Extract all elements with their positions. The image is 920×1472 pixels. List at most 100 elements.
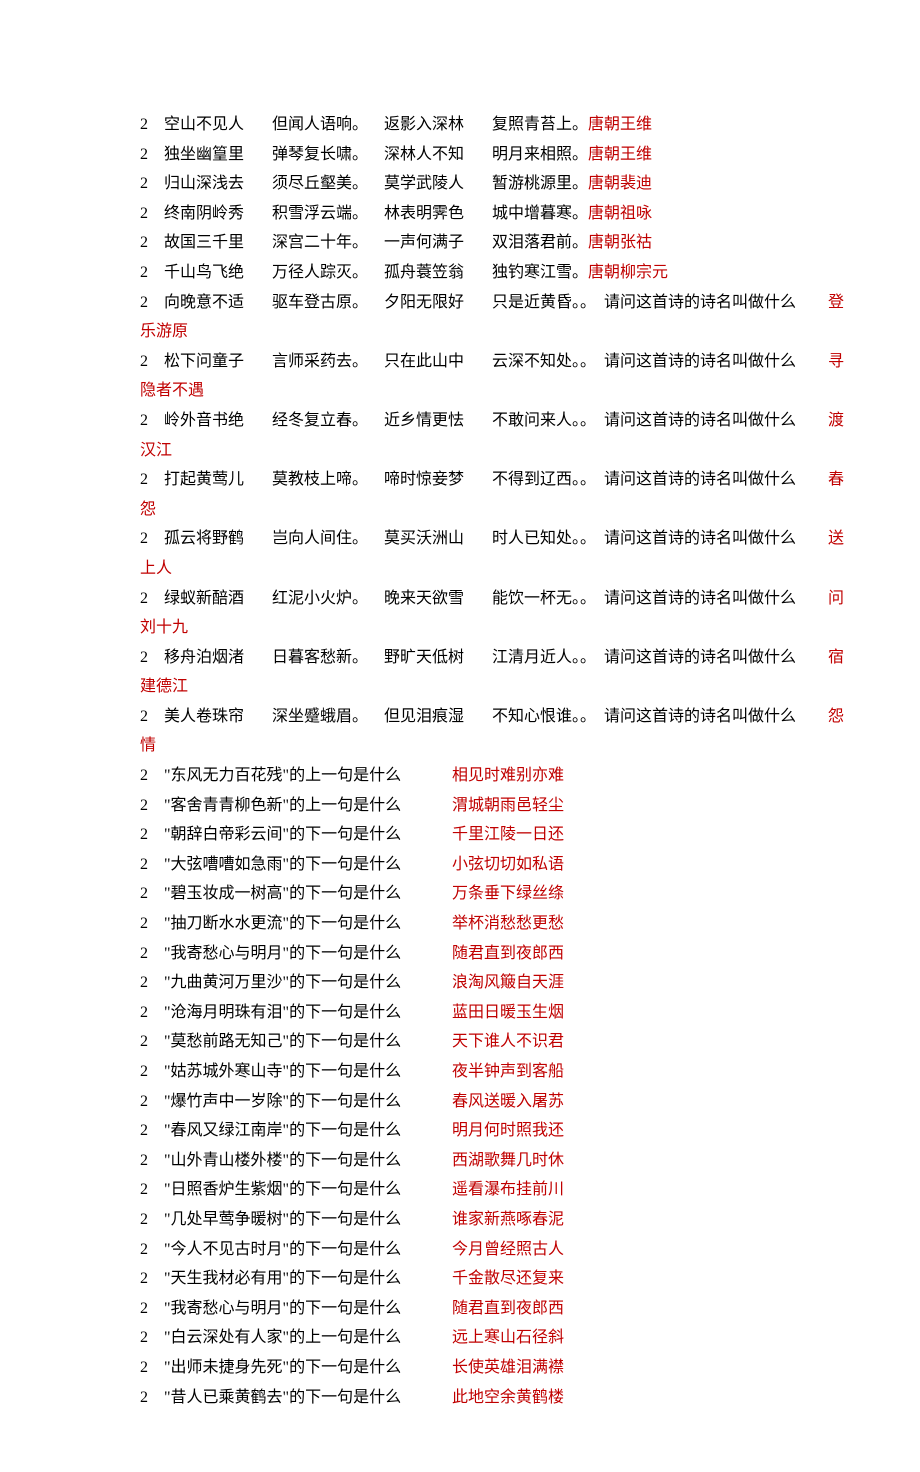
verse-question-line: 2"莫愁前路无知己"的下一句是什么天下谁人不识君 [140, 1027, 810, 1057]
answer-head: 怨 [828, 702, 844, 732]
line-number: 2 [140, 110, 164, 140]
verse-c: 返影入深林 [384, 110, 492, 140]
verse-a: 归山深浅去 [164, 169, 272, 199]
answer: 春风送暖入屠苏 [452, 1087, 564, 1117]
verse-c: 近乡情更怯 [384, 406, 492, 436]
line-number: 2 [140, 1294, 164, 1324]
poem-title-line: 2打起黄莺儿莫教枝上啼。啼时惊妾梦不得到辽西。。请问这首诗的诗名叫做什么 春 [140, 465, 810, 495]
answer-tail: 隐者不遇 [140, 376, 204, 406]
poem-title-line: 2孤云将野鹤岂向人间住。莫买沃洲山时人已知处。。请问这首诗的诗名叫做什么 送 [140, 524, 810, 554]
answer: 万条垂下绿丝绦 [452, 879, 564, 909]
answer: 举杯消愁愁更愁 [452, 909, 564, 939]
answer-tail: 上人 [140, 554, 172, 584]
question: "莫愁前路无知己"的下一句是什么 [164, 1027, 452, 1057]
author: 唐朝柳宗元 [588, 258, 668, 288]
verse-d: 暂游桃源里。 [492, 169, 588, 199]
verse-question-line: 2"昔人已乘黄鹤去"的下一句是什么此地空余黄鹤楼 [140, 1383, 810, 1413]
line-number: 2 [140, 879, 164, 909]
verse-b: 经冬复立春。 [272, 406, 384, 436]
verse-a: 终南阴岭秀 [164, 199, 272, 229]
verse-b: 驱车登古原。 [272, 288, 384, 318]
verse-d: 时人已知处。。 [492, 524, 604, 554]
verse-c: 但见泪痕湿 [384, 702, 492, 732]
verse-b: 日暮客愁新。 [272, 643, 384, 673]
answer-tail: 汉江 [140, 436, 172, 466]
verse-question-line: 2"姑苏城外寒山寺"的下一句是什么夜半钟声到客船 [140, 1057, 810, 1087]
verse-question-line: 2"抽刀断水水更流"的下一句是什么举杯消愁愁更愁 [140, 909, 810, 939]
verse-question-line: 2"几处早莺争暖树"的下一句是什么谁家新燕啄春泥 [140, 1205, 810, 1235]
question: 请问这首诗的诗名叫做什么 [604, 406, 796, 436]
line-number: 2 [140, 820, 164, 850]
answer: 谁家新燕啄春泥 [452, 1205, 564, 1235]
poem-line: 2故国三千里深宫二十年。一声何满子双泪落君前。 唐朝张祜 [140, 228, 810, 258]
question: "几处早莺争暖树"的下一句是什么 [164, 1205, 452, 1235]
line-number: 2 [140, 968, 164, 998]
poem-line: 2空山不见人但闻人语响。返影入深林复照青苔上。 唐朝王维 [140, 110, 810, 140]
verse-question-line: 2"大弦嘈嘈如急雨"的下一句是什么小弦切切如私语 [140, 850, 810, 880]
line-number: 2 [140, 258, 164, 288]
poem-line: 2归山深浅去须尽丘壑美。莫学武陵人暂游桃源里。 唐朝裴迪 [140, 169, 810, 199]
line-number: 2 [140, 761, 164, 791]
line-number: 2 [140, 909, 164, 939]
verse-b: 言师采药去。 [272, 347, 384, 377]
line-number: 2 [140, 406, 164, 436]
verse-question-line: 2"日照香炉生紫烟"的下一句是什么遥看瀑布挂前川 [140, 1175, 810, 1205]
verse-a: 松下问童子 [164, 347, 272, 377]
answer-continuation: 乐游原 [140, 317, 810, 347]
line-number: 2 [140, 288, 164, 318]
poem-title-line: 2岭外音书绝经冬复立春。近乡情更怯不敢问来人。。请问这首诗的诗名叫做什么 渡 [140, 406, 810, 436]
answer-continuation: 刘十九 [140, 613, 810, 643]
line-number: 2 [140, 1027, 164, 1057]
poem-title-line: 2松下问童子言师采药去。只在此山中云深不知处。。请问这首诗的诗名叫做什么 寻 [140, 347, 810, 377]
answer-head: 登 [828, 288, 844, 318]
answer-tail: 建德江 [140, 672, 188, 702]
verse-b: 红泥小火炉。 [272, 584, 384, 614]
line-number: 2 [140, 169, 164, 199]
verse-b: 岂向人间住。 [272, 524, 384, 554]
line-number: 2 [140, 1353, 164, 1383]
question: 请问这首诗的诗名叫做什么 [604, 288, 796, 318]
verse-c: 林表明霁色 [384, 199, 492, 229]
verse-d: 明月来相照。 [492, 140, 588, 170]
poem-title-line: 2移舟泊烟渚日暮客愁新。野旷天低树江清月近人。。请问这首诗的诗名叫做什么 宿 [140, 643, 810, 673]
answer-continuation: 上人 [140, 554, 810, 584]
line-number: 2 [140, 643, 164, 673]
verse-question-line: 2"山外青山楼外楼"的下一句是什么西湖歌舞几时休 [140, 1146, 810, 1176]
question: "朝辞白帝彩云间"的下一句是什么 [164, 820, 452, 850]
author: 唐朝王维 [588, 140, 652, 170]
verse-d: 双泪落君前。 [492, 228, 588, 258]
verse-question-line: 2"今人不见古时月"的下一句是什么今月曾经照古人 [140, 1235, 810, 1265]
answer: 天下谁人不识君 [452, 1027, 564, 1057]
question: "春风又绿江南岸"的下一句是什么 [164, 1116, 452, 1146]
answer: 西湖歌舞几时休 [452, 1146, 564, 1176]
verse-question-line: 2"沧海月明珠有泪"的下一句是什么蓝田日暖玉生烟 [140, 998, 810, 1028]
answer: 浪淘风簸自天涯 [452, 968, 564, 998]
answer-continuation: 情 [140, 731, 810, 761]
line-number: 2 [140, 1205, 164, 1235]
question: "九曲黄河万里沙"的下一句是什么 [164, 968, 452, 998]
question: "沧海月明珠有泪"的下一句是什么 [164, 998, 452, 1028]
verse-a: 千山鸟飞绝 [164, 258, 272, 288]
poem-title-line: 2绿蚁新醅酒红泥小火炉。晚来天欲雪能饮一杯无。。请问这首诗的诗名叫做什么 问 [140, 584, 810, 614]
verse-question-line: 2"爆竹声中一岁除"的下一句是什么春风送暖入屠苏 [140, 1087, 810, 1117]
verse-d: 不知心恨谁。。 [492, 702, 604, 732]
author: 唐朝裴迪 [588, 169, 652, 199]
verse-question-line: 2"朝辞白帝彩云间"的下一句是什么千里江陵一日还 [140, 820, 810, 850]
line-number: 2 [140, 1057, 164, 1087]
verse-c: 一声何满子 [384, 228, 492, 258]
verse-c: 孤舟蓑笠翁 [384, 258, 492, 288]
line-number: 2 [140, 1146, 164, 1176]
answer: 千金散尽还复来 [452, 1264, 564, 1294]
verse-question-line: 2"九曲黄河万里沙"的下一句是什么浪淘风簸自天涯 [140, 968, 810, 998]
verse-b: 须尽丘壑美。 [272, 169, 384, 199]
verse-b: 但闻人语响。 [272, 110, 384, 140]
line-number: 2 [140, 791, 164, 821]
question: "天生我材必有用"的下一句是什么 [164, 1264, 452, 1294]
question: "大弦嘈嘈如急雨"的下一句是什么 [164, 850, 452, 880]
verse-d: 只是近黄昏。。 [492, 288, 604, 318]
poem-line: 2终南阴岭秀积雪浮云端。林表明霁色城中增暮寒。 唐朝祖咏 [140, 199, 810, 229]
answer: 夜半钟声到客船 [452, 1057, 564, 1087]
answer: 小弦切切如私语 [452, 850, 564, 880]
verse-c: 啼时惊妾梦 [384, 465, 492, 495]
answer-head: 渡 [828, 406, 844, 436]
